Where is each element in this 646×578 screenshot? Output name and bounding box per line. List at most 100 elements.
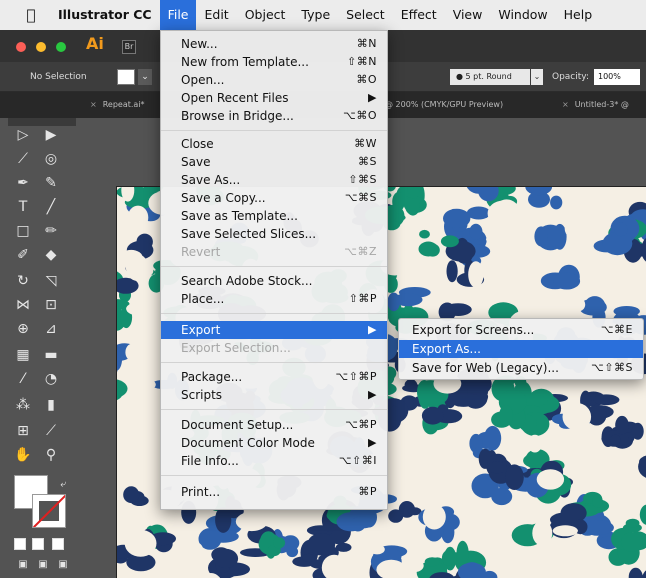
- column-graph-tool-icon[interactable]: ▮: [40, 394, 62, 416]
- stroke-profile-dropdown-icon[interactable]: ⌄: [531, 69, 543, 85]
- menu-item-open[interactable]: Open... ⌘O: [161, 71, 387, 89]
- apple-logo-icon[interactable]: : [20, 6, 42, 24]
- mesh-tool-icon[interactable]: ▦: [12, 344, 34, 366]
- magic-wand-tool-icon[interactable]: ⟋: [12, 148, 34, 170]
- rectangle-tool-icon[interactable]: □: [12, 220, 34, 242]
- close-tab-icon[interactable]: ×: [90, 100, 97, 109]
- pattern-blob: [335, 542, 352, 552]
- zoom-tool-icon[interactable]: ⚲: [40, 444, 62, 466]
- stroke-color-box[interactable]: [32, 494, 66, 528]
- gradient-mode-icon[interactable]: [32, 538, 44, 550]
- draw-behind-icon[interactable]: ▣: [32, 554, 54, 576]
- menu-item-document-setup[interactable]: Document Setup... ⌥⌘P: [161, 416, 387, 434]
- line-tool-icon[interactable]: ╱: [40, 196, 62, 218]
- swap-fill-stroke-icon[interactable]: ⤶: [52, 474, 74, 496]
- pen-tool-icon[interactable]: ✒: [12, 172, 34, 194]
- pattern-blob: [350, 516, 375, 529]
- stroke-profile-select[interactable]: ● 5 pt. Round: [450, 69, 530, 85]
- menu-item-close[interactable]: Close ⌘W: [161, 135, 387, 153]
- tab-current[interactable]: @ 200% (CMYK/GPU Preview): [385, 100, 503, 109]
- direct-selection-tool-icon[interactable]: ▶: [40, 124, 62, 146]
- none-mode-icon[interactable]: [52, 538, 64, 550]
- rotate-tool-icon[interactable]: ↻: [12, 270, 34, 292]
- slice-tool-icon[interactable]: ⟋: [40, 420, 62, 442]
- pattern-blob: [584, 520, 614, 536]
- menubar-type[interactable]: Type: [293, 0, 338, 30]
- pattern-blob: [525, 187, 553, 196]
- menu-item-save-selected-slices[interactable]: Save Selected Slices...: [161, 225, 387, 243]
- menu-item-label: New...: [181, 37, 218, 51]
- file-menu: New... ⌘N New from Template... ⇧⌘N Open...…: [160, 30, 388, 510]
- pattern-gap: [527, 434, 543, 453]
- menu-item-browse-bridge[interactable]: Browse in Bridge... ⌥⌘O: [161, 107, 387, 125]
- draw-normal-icon[interactable]: ▣: [12, 554, 34, 576]
- menubar-object[interactable]: Object: [237, 0, 294, 30]
- selection-tool-icon[interactable]: ▷: [12, 124, 34, 146]
- menu-item-scripts[interactable]: Scripts ▶: [161, 386, 387, 404]
- menu-item-save-as-template[interactable]: Save as Template...: [161, 207, 387, 225]
- menubar-window[interactable]: Window: [490, 0, 555, 30]
- menu-item-package[interactable]: Package... ⌥⇧⌘P: [161, 368, 387, 386]
- menu-item-export-as[interactable]: Export As...: [399, 340, 643, 358]
- tab-repeat[interactable]: × Repeat.ai*: [90, 100, 145, 109]
- paintbrush-tool-icon[interactable]: ✏: [40, 220, 62, 242]
- type-tool-icon[interactable]: T: [12, 196, 34, 218]
- menu-separator: [161, 409, 387, 410]
- close-window-button[interactable]: [16, 42, 26, 52]
- eyedropper-tool-icon[interactable]: ⁄: [12, 368, 34, 390]
- fill-swatch[interactable]: [117, 69, 135, 85]
- draw-inside-icon[interactable]: ▣: [52, 554, 74, 576]
- pattern-blob: [441, 550, 455, 566]
- shaper-tool-icon[interactable]: ✐: [12, 244, 34, 266]
- fill-dropdown[interactable]: ⌄: [138, 69, 152, 85]
- pattern-blob: [505, 464, 524, 491]
- menu-item-open-recent[interactable]: Open Recent Files ▶: [161, 89, 387, 107]
- menu-item-save-for-web[interactable]: Save for Web (Legacy)... ⌥⇧⌘S: [399, 359, 643, 377]
- menu-item-save-a-copy[interactable]: Save a Copy... ⌥⌘S: [161, 189, 387, 207]
- menu-item-save[interactable]: Save ⌘S: [161, 153, 387, 171]
- menubar-effect[interactable]: Effect: [393, 0, 445, 30]
- minimize-window-button[interactable]: [36, 42, 46, 52]
- blend-tool-icon[interactable]: ◔: [40, 368, 62, 390]
- menu-item-file-info[interactable]: File Info... ⌥⇧⌘I: [161, 452, 387, 470]
- gradient-tool-icon[interactable]: ▬: [40, 344, 62, 366]
- menubar-edit[interactable]: Edit: [196, 0, 236, 30]
- hand-tool-icon[interactable]: ✋: [12, 444, 34, 466]
- menu-item-place[interactable]: Place... ⇧⌘P: [161, 290, 387, 308]
- perspective-grid-tool-icon[interactable]: ⊿: [40, 318, 62, 340]
- tab-untitled[interactable]: × Untitled-3* @: [562, 100, 629, 109]
- shape-builder-tool-icon[interactable]: ⊕: [12, 318, 34, 340]
- menubar-select[interactable]: Select: [338, 0, 393, 30]
- menubar-help[interactable]: Help: [556, 0, 601, 30]
- width-tool-icon[interactable]: ⋈: [12, 294, 34, 316]
- scale-tool-icon[interactable]: ◹: [40, 270, 62, 292]
- illustrator-logo: Ai: [86, 34, 104, 53]
- menu-item-export-for-screens[interactable]: Export for Screens... ⌥⌘E: [399, 321, 643, 339]
- submenu-arrow-icon: ▶: [368, 388, 377, 401]
- free-transform-tool-icon[interactable]: ⊡: [40, 294, 62, 316]
- color-mode-icon[interactable]: [14, 538, 26, 550]
- menubar-view[interactable]: View: [445, 0, 491, 30]
- lasso-tool-icon[interactable]: ◎: [40, 148, 62, 170]
- artboard-tool-icon[interactable]: ⊞: [12, 420, 34, 442]
- zoom-window-button[interactable]: [56, 42, 66, 52]
- menu-item-document-color-mode[interactable]: Document Color Mode ▶: [161, 434, 387, 452]
- menu-item-export[interactable]: Export ▶: [161, 321, 387, 339]
- eraser-tool-icon[interactable]: ◆: [40, 244, 62, 266]
- menu-item-shortcut: ⌥⌘S: [344, 191, 377, 204]
- menu-item-save-as[interactable]: Save As... ⇧⌘S: [161, 171, 387, 189]
- menu-item-new[interactable]: New... ⌘N: [161, 35, 387, 53]
- close-tab-icon[interactable]: ×: [562, 100, 569, 109]
- opacity-input[interactable]: 100%: [594, 69, 640, 85]
- symbol-sprayer-tool-icon[interactable]: ⁂: [12, 394, 34, 416]
- menu-item-print[interactable]: Print... ⌘P: [161, 483, 387, 501]
- menu-item-new-from-template[interactable]: New from Template... ⇧⌘N: [161, 53, 387, 71]
- curvature-tool-icon[interactable]: ✎: [40, 172, 62, 194]
- pattern-blob: [213, 548, 239, 569]
- menubar-file[interactable]: File: [159, 0, 197, 30]
- menubar-app-name[interactable]: Illustrator CC: [50, 0, 160, 30]
- menu-item-label: Export Selection...: [181, 341, 291, 355]
- pattern-blob: [487, 461, 507, 474]
- bridge-button[interactable]: Br: [122, 40, 136, 54]
- menu-item-search-adobe-stock[interactable]: Search Adobe Stock...: [161, 272, 387, 290]
